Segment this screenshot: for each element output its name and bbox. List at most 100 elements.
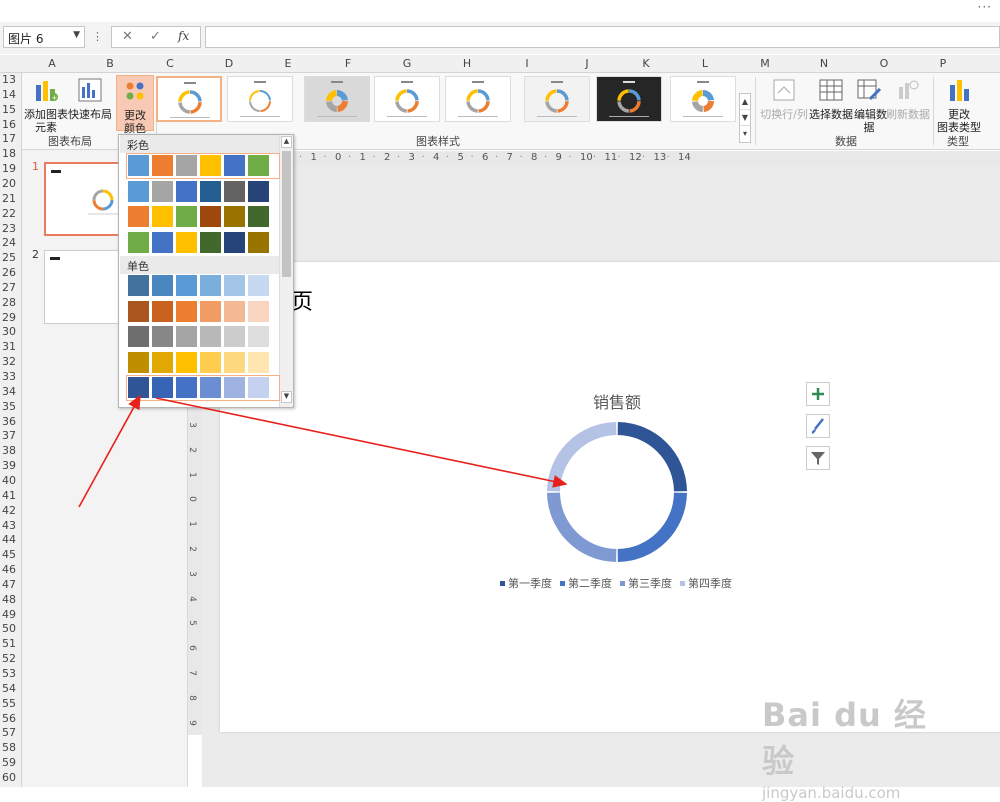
- row-header[interactable]: 59: [0, 756, 21, 769]
- gallery-scroll[interactable]: ▲ ▼ ▾: [739, 93, 751, 143]
- change-colors-button[interactable]: 更改 颜色: [116, 75, 154, 135]
- select-data-button[interactable]: 选择数据: [809, 77, 853, 121]
- chart-styles-button[interactable]: [806, 414, 830, 438]
- row-header[interactable]: 16: [0, 118, 21, 131]
- color-scheme-row[interactable]: [126, 153, 280, 179]
- row-header[interactable]: 49: [0, 608, 21, 621]
- column-header[interactable]: C: [164, 57, 176, 70]
- row-header[interactable]: 35: [0, 400, 21, 413]
- legend-item[interactable]: 第四季度: [680, 575, 732, 591]
- enter-icon[interactable]: ✓: [150, 29, 161, 44]
- row-header[interactable]: 50: [0, 622, 21, 635]
- column-header[interactable]: I: [521, 57, 533, 70]
- color-scheme-row[interactable]: [128, 206, 278, 228]
- scroll-thumb[interactable]: [282, 151, 291, 277]
- row-header[interactable]: 46: [0, 563, 21, 576]
- row-header[interactable]: 13: [0, 73, 21, 86]
- chart-filters-button[interactable]: [806, 446, 830, 470]
- row-header[interactable]: 17: [0, 132, 21, 145]
- gallery-more-icon[interactable]: ▾: [740, 126, 750, 142]
- donut-slice[interactable]: [547, 492, 617, 562]
- column-header[interactable]: J: [581, 57, 593, 70]
- row-header[interactable]: 38: [0, 444, 21, 457]
- chart-style-thumbnail[interactable]: [374, 76, 440, 122]
- row-header[interactable]: 19: [0, 162, 21, 175]
- color-scheme-row[interactable]: [128, 275, 278, 297]
- edit-data-button[interactable]: 编辑数 据: [854, 77, 887, 134]
- scroll-down-icon[interactable]: ▼: [281, 391, 292, 403]
- slide-title[interactable]: 页: [291, 284, 313, 316]
- gallery-down-icon[interactable]: ▼: [740, 110, 750, 126]
- refresh-data-button[interactable]: 刷新数据: [886, 77, 930, 121]
- row-header[interactable]: 41: [0, 489, 21, 502]
- row-header[interactable]: 47: [0, 578, 21, 591]
- donut-slice[interactable]: [617, 492, 687, 562]
- row-header[interactable]: 34: [0, 385, 21, 398]
- row-header[interactable]: 43: [0, 519, 21, 532]
- row-header[interactable]: 57: [0, 726, 21, 739]
- chart-style-thumbnail[interactable]: [156, 76, 222, 122]
- row-header[interactable]: 21: [0, 192, 21, 205]
- chart-elements-button[interactable]: [806, 382, 830, 406]
- row-header[interactable]: 31: [0, 340, 21, 353]
- chart-style-thumbnail[interactable]: [596, 76, 662, 122]
- legend-item[interactable]: 第三季度: [620, 575, 672, 591]
- row-header[interactable]: 45: [0, 548, 21, 561]
- row-header[interactable]: 36: [0, 415, 21, 428]
- scroll-up-icon[interactable]: ▲: [281, 136, 292, 148]
- row-header[interactable]: 30: [0, 325, 21, 338]
- chevron-down-icon[interactable]: ▼: [73, 30, 80, 40]
- row-header[interactable]: 24: [0, 236, 21, 249]
- column-header[interactable]: M: [759, 57, 771, 70]
- column-header[interactable]: A: [46, 57, 58, 70]
- column-header[interactable]: O: [878, 57, 890, 70]
- donut-slice[interactable]: [617, 422, 687, 492]
- row-header[interactable]: 52: [0, 652, 21, 665]
- row-header[interactable]: 42: [0, 504, 21, 517]
- chart-title[interactable]: 销售额: [560, 389, 674, 413]
- column-header[interactable]: F: [342, 57, 354, 70]
- row-header[interactable]: 27: [0, 281, 21, 294]
- row-header[interactable]: 22: [0, 207, 21, 220]
- row-header[interactable]: 28: [0, 296, 21, 309]
- chart-legend[interactable]: 第一季度 第二季度 第三季度 第四季度: [500, 575, 760, 591]
- doughnut-chart[interactable]: [537, 412, 697, 572]
- row-header[interactable]: 26: [0, 266, 21, 279]
- column-header[interactable]: P: [937, 57, 949, 70]
- chart-style-thumbnail[interactable]: [445, 76, 511, 122]
- chart-style-thumbnail[interactable]: [304, 76, 370, 122]
- donut-slice[interactable]: [547, 422, 617, 492]
- row-header[interactable]: 37: [0, 429, 21, 442]
- column-header[interactable]: E: [282, 57, 294, 70]
- more-icon[interactable]: ···: [978, 0, 992, 14]
- row-header[interactable]: 14: [0, 88, 21, 101]
- cancel-icon[interactable]: ✕: [122, 29, 133, 44]
- more-options-icon[interactable]: ⋮: [92, 30, 103, 43]
- column-header[interactable]: H: [461, 57, 473, 70]
- color-scheme-row[interactable]: [128, 326, 278, 348]
- row-header[interactable]: 32: [0, 355, 21, 368]
- row-header[interactable]: 55: [0, 697, 21, 710]
- row-header[interactable]: 15: [0, 103, 21, 116]
- color-scheme-row[interactable]: [126, 375, 280, 401]
- formula-input[interactable]: [205, 26, 1000, 48]
- chart-style-thumbnail[interactable]: [524, 76, 590, 122]
- row-header[interactable]: 33: [0, 370, 21, 383]
- add-chart-element-button[interactable]: + 添加图表 元素: [24, 77, 68, 134]
- column-header[interactable]: B: [104, 57, 116, 70]
- row-header[interactable]: 53: [0, 667, 21, 680]
- row-header[interactable]: 56: [0, 712, 21, 725]
- column-header[interactable]: D: [223, 57, 235, 70]
- color-scheme-row[interactable]: [128, 180, 278, 203]
- chart-style-thumbnail[interactable]: [670, 76, 736, 122]
- column-header[interactable]: K: [640, 57, 652, 70]
- row-header[interactable]: 48: [0, 593, 21, 606]
- row-header[interactable]: 23: [0, 222, 21, 235]
- column-header[interactable]: L: [699, 57, 711, 70]
- quick-layout-button[interactable]: 快速布局: [68, 77, 112, 121]
- row-header[interactable]: 40: [0, 474, 21, 487]
- row-header[interactable]: 39: [0, 459, 21, 472]
- switch-row-column-button[interactable]: 切换行/列: [760, 77, 808, 121]
- color-scheme-row[interactable]: [128, 231, 278, 254]
- dropdown-scrollbar[interactable]: ▲ ▼: [279, 135, 293, 407]
